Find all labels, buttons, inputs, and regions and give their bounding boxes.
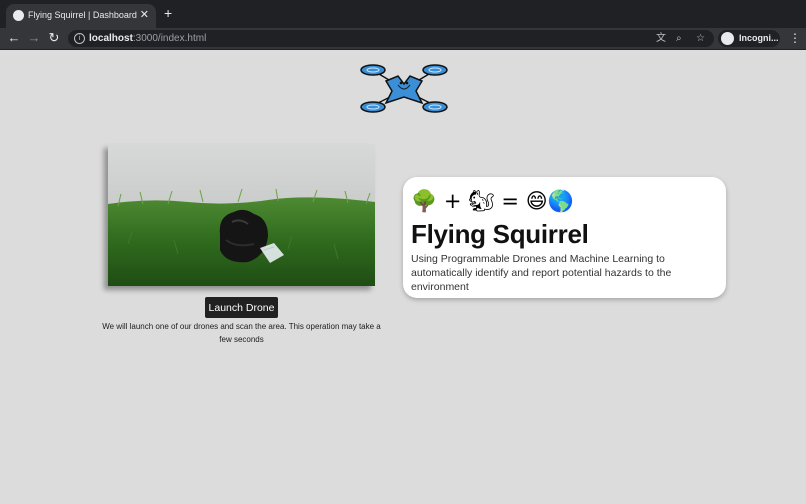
emoji-equation: 🌳 + 🐿 = 😄🌎 — [411, 189, 574, 213]
translate-icon[interactable]: 文 — [656, 31, 666, 46]
flying-squirrel-drone-logo — [360, 64, 448, 113]
bookmark-star-icon[interactable]: ☆ — [696, 31, 705, 46]
globe-icon — [13, 10, 24, 21]
browser-tab-active[interactable]: Flying Squirrel | Dashboard ✕ — [6, 4, 156, 28]
intro-card: 🌳 + 🐿 = 😄🌎 Flying Squirrel Using Program… — [403, 177, 726, 298]
trash-on-grass-photo — [108, 144, 375, 286]
profile-label: Incogni... — [739, 33, 779, 43]
launch-note: We will launch one of our drones and sca… — [102, 322, 381, 344]
address-bar[interactable]: i localhost:3000/index.html 文 ⌕ ☆ — [68, 30, 714, 47]
tab-title: Flying Squirrel | Dashboard — [28, 10, 137, 20]
back-arrow-icon[interactable]: ← — [6, 30, 22, 46]
reload-icon[interactable]: ↻ — [46, 30, 62, 46]
close-icon[interactable]: ✕ — [140, 8, 149, 22]
incognito-icon — [721, 32, 734, 45]
forward-arrow-icon[interactable]: → — [26, 30, 42, 46]
url-path: :3000/index.html — [132, 33, 207, 44]
zoom-icon[interactable]: ⌕ — [676, 31, 682, 46]
kebab-menu-icon[interactable]: ⋮ — [789, 30, 801, 46]
browser-tab-bar: Flying Squirrel | Dashboard ✕ + — [0, 0, 806, 28]
launch-drone-button[interactable]: Launch Drone — [205, 297, 278, 318]
info-icon[interactable]: i — [74, 33, 85, 44]
new-tab-button[interactable]: + — [164, 6, 172, 20]
browser-toolbar: ← → ↻ i localhost:3000/index.html 文 ⌕ ☆ … — [0, 28, 806, 50]
url-host: localhost — [89, 33, 133, 44]
incognito-profile-button[interactable]: Incogni... — [718, 30, 780, 47]
card-title: Flying Squirrel — [411, 219, 589, 249]
card-description: Using Programmable Drones and Machine Le… — [411, 253, 672, 293]
url-text[interactable]: localhost:3000/index.html — [89, 33, 206, 44]
